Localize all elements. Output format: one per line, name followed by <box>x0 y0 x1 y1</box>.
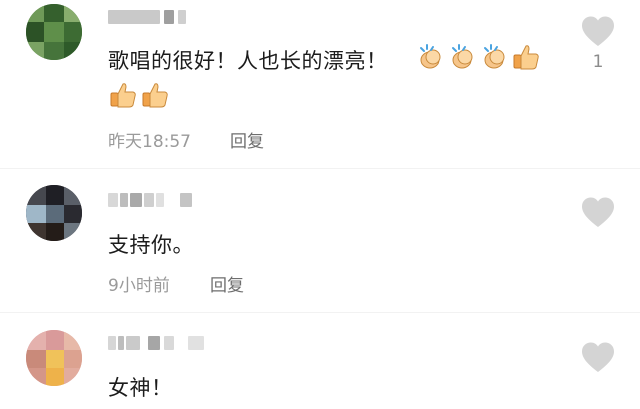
heart-icon <box>582 342 614 372</box>
username-redacted[interactable] <box>108 193 198 207</box>
divider <box>0 168 640 169</box>
clapping-hands-icon <box>479 42 509 72</box>
comment-text: 支持你。 <box>108 233 194 257</box>
username-redacted[interactable] <box>108 10 188 24</box>
comment-text: 歌唱的很好！人也长的漂亮！ <box>108 49 388 73</box>
thumbs-up-icon <box>108 80 138 110</box>
heart-icon <box>582 16 614 46</box>
like-button[interactable] <box>580 195 616 231</box>
reply-button[interactable]: 回复 <box>210 271 244 296</box>
emoji-second-row <box>108 80 172 110</box>
clapping-hands-icon <box>447 42 477 72</box>
avatar[interactable] <box>26 185 82 241</box>
avatar[interactable] <box>26 330 82 386</box>
comment-timestamp: 9小时前 <box>108 276 170 296</box>
avatar[interactable] <box>26 4 82 60</box>
like-button[interactable] <box>580 340 616 376</box>
thumbs-up-icon <box>140 80 170 110</box>
heart-icon <box>582 197 614 227</box>
clapping-hands-icon <box>415 42 445 72</box>
like-button[interactable] <box>580 14 616 50</box>
thumbs-up-icon <box>511 42 541 72</box>
reply-button[interactable]: 回复 <box>230 127 264 152</box>
like-count: 1 <box>592 52 604 72</box>
username-redacted[interactable] <box>108 336 208 350</box>
comment-timestamp: 昨天18:57 <box>108 132 191 152</box>
comment-text: 女神！ <box>108 376 173 400</box>
emoji-inline-row <box>415 42 543 72</box>
divider <box>0 312 640 313</box>
